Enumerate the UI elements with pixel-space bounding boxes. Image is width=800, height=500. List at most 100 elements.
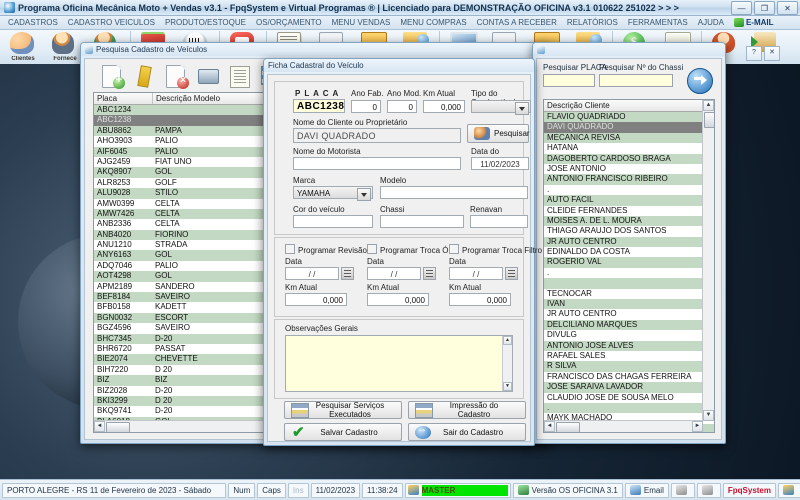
- list-item[interactable]: FRANCISCO DAS CHAGAS FERREIRA: [544, 372, 714, 382]
- cliente-input[interactable]: DAVI QUADRADO: [293, 128, 461, 143]
- pesquisar-servicos-button[interactable]: Pesquisar Serviços Executados: [284, 401, 402, 419]
- vscroll-thumb[interactable]: [704, 112, 715, 128]
- window-controls[interactable]: — ❐ ✕: [731, 1, 798, 15]
- close-icon[interactable]: ✕: [764, 46, 780, 61]
- help-icon[interactable]: ?: [746, 46, 762, 61]
- search-chassi-input[interactable]: [599, 74, 673, 87]
- client-grid-rows[interactable]: FLAVIO QUADRIADODAVI QUADRADOMECANICA RE…: [544, 112, 714, 433]
- menu-item-menu-vendas[interactable]: MENU VENDAS: [327, 16, 396, 29]
- km-atual-input[interactable]: 0,000: [423, 100, 465, 113]
- toolbar-button-clientes[interactable]: Clientes: [2, 31, 44, 62]
- data-input-3[interactable]: / /: [449, 267, 503, 280]
- list-item[interactable]: FLAVIO QUADRIADO: [544, 112, 714, 122]
- programar-checkbox-1[interactable]: Programar Revisão: [285, 244, 367, 255]
- hscroll-thumb[interactable]: [556, 422, 580, 433]
- list-item[interactable]: IVAN: [544, 299, 714, 309]
- km-input-1[interactable]: 0,000: [285, 293, 347, 306]
- chevron-down-icon[interactable]: [357, 188, 371, 201]
- menu-item-menu-compras[interactable]: MENU COMPRAS: [395, 16, 471, 29]
- new-record-button[interactable]: [99, 64, 125, 89]
- ficha-action-buttons[interactable]: Pesquisar Serviços Executados Impressão …: [274, 401, 524, 443]
- list-item[interactable]: .: [544, 185, 714, 195]
- list-item[interactable]: JOSE ANTONIO: [544, 164, 714, 174]
- calendar-icon-1[interactable]: [341, 267, 354, 280]
- list-item[interactable]: MECANICA REVISA: [544, 133, 714, 143]
- menu-item-relatorios[interactable]: RELATÓRIOS: [562, 16, 623, 29]
- scroll-up-arrow[interactable]: ▲: [503, 336, 512, 345]
- scroll-down-arrow[interactable]: ▼: [503, 382, 512, 391]
- salvar-cadastro-button[interactable]: Salvar Cadastro: [284, 423, 402, 441]
- scroll-left-arrow[interactable]: ◄: [94, 421, 105, 432]
- scroll-right-arrow[interactable]: ►: [692, 421, 703, 432]
- calendar-icon-3[interactable]: [505, 267, 518, 280]
- list-item[interactable]: DAVI QUADRADO: [544, 122, 714, 132]
- data-cadastro-input[interactable]: 11/02/2023: [471, 157, 529, 170]
- status-print-icon-wrap[interactable]: [671, 483, 695, 498]
- obs-scrollbar[interactable]: ▲ ▼: [502, 336, 512, 391]
- client-search-controls[interactable]: Pesquisar PLACA Pesquisar Nº do Chassi: [543, 63, 715, 97]
- search-plate-input[interactable]: [543, 74, 595, 87]
- km-input-3[interactable]: 0,000: [449, 293, 511, 306]
- list-item[interactable]: CLAUDIO JOSE DE SOUSA MELO: [544, 393, 714, 403]
- placa-input[interactable]: ABC1238: [293, 99, 345, 113]
- report-button[interactable]: [227, 64, 253, 89]
- scroll-left-arrow[interactable]: ◄: [544, 421, 555, 432]
- menu-bar[interactable]: CADASTROS CADASTRO VEICULOS PRODUTO/ESTO…: [0, 16, 800, 30]
- list-item[interactable]: CLEIDE FERNANDES: [544, 206, 714, 216]
- menu-item-ajuda[interactable]: AJUDA: [693, 16, 729, 29]
- combustivel-select[interactable]: [471, 100, 531, 113]
- checkbox-icon[interactable]: [285, 244, 295, 254]
- renavan-input[interactable]: [470, 215, 528, 228]
- client-grid[interactable]: Descrição Cliente FLAVIO QUADRIADODAVI Q…: [543, 99, 715, 433]
- pesquisar-cliente-button[interactable]: Pesquisar: [467, 124, 529, 143]
- chassi-input[interactable]: [380, 215, 464, 228]
- cor-input[interactable]: [293, 215, 373, 228]
- list-item[interactable]: THIAGO ARAUJO DOS SANTOS: [544, 226, 714, 236]
- list-item[interactable]: ANTONIO FRANCISCO RIBEIRO: [544, 174, 714, 184]
- arrow-right-icon[interactable]: [687, 68, 713, 94]
- scroll-up-arrow[interactable]: ▲: [703, 100, 714, 111]
- list-item[interactable]: .: [544, 403, 714, 413]
- list-item[interactable]: JR AUTO CENTRO: [544, 309, 714, 319]
- list-item[interactable]: HATANA: [544, 143, 714, 153]
- motorista-input[interactable]: [293, 157, 461, 170]
- calendar-icon-2[interactable]: [423, 267, 436, 280]
- list-item[interactable]: TECNOCAR: [544, 289, 714, 299]
- list-item[interactable]: EDINALDO DA COSTA: [544, 247, 714, 257]
- list-item[interactable]: ROGERIO VAL: [544, 257, 714, 267]
- modelo-input[interactable]: [380, 186, 528, 199]
- list-item[interactable]: MOISES A. DE L. MOURA: [544, 216, 714, 226]
- list-item[interactable]: RAFAEL SALES: [544, 351, 714, 361]
- chevron-down-icon[interactable]: [515, 102, 529, 115]
- menu-item-cadastro-veiculos[interactable]: CADASTRO VEICULOS: [63, 16, 160, 29]
- ano-mod-input[interactable]: 0: [387, 100, 417, 113]
- client-grid-hscrollbar[interactable]: ◄ ►: [544, 420, 703, 432]
- client-grid-vscrollbar[interactable]: ▲ ▼: [702, 100, 714, 421]
- list-item[interactable]: R SILVA: [544, 361, 714, 371]
- close-button[interactable]: ✕: [777, 1, 798, 15]
- programar-checkbox-2[interactable]: Programar Troca Óleo: [367, 244, 459, 255]
- print-button[interactable]: [195, 64, 221, 89]
- data-input-1[interactable]: / /: [285, 267, 339, 280]
- delete-record-button[interactable]: [163, 64, 189, 89]
- obs-textarea[interactable]: ▲ ▼: [285, 335, 513, 392]
- list-item[interactable]: DELCILIANO MARQUES: [544, 320, 714, 330]
- scroll-down-arrow[interactable]: ▼: [703, 410, 714, 421]
- list-item[interactable]: ANTONIO JOSE ALVES: [544, 341, 714, 351]
- list-item[interactable]: DIVULG: [544, 330, 714, 340]
- list-item[interactable]: .: [544, 268, 714, 278]
- menu-item-ferramentas[interactable]: FERRAMENTAS: [623, 16, 693, 29]
- menu-item-email[interactable]: E-MAIL: [729, 16, 779, 29]
- data-input-2[interactable]: / /: [367, 267, 421, 280]
- km-input-2[interactable]: 0,000: [367, 293, 429, 306]
- status-network-icon-wrap[interactable]: [697, 483, 721, 498]
- hscroll-thumb[interactable]: [106, 422, 130, 433]
- list-item[interactable]: AUTO FACIL: [544, 195, 714, 205]
- checkbox-icon[interactable]: [367, 244, 377, 254]
- list-item[interactable]: [544, 278, 714, 288]
- maximize-button[interactable]: ❐: [754, 1, 775, 15]
- impressao-cadastro-button[interactable]: Impressão do Cadastro: [408, 401, 526, 419]
- sair-cadastro-button[interactable]: Sair do Cadastro: [408, 423, 526, 441]
- menu-item-cadastros[interactable]: CADASTROS: [3, 16, 63, 29]
- list-item[interactable]: DAGOBERTO CARDOSO BRAGA: [544, 154, 714, 164]
